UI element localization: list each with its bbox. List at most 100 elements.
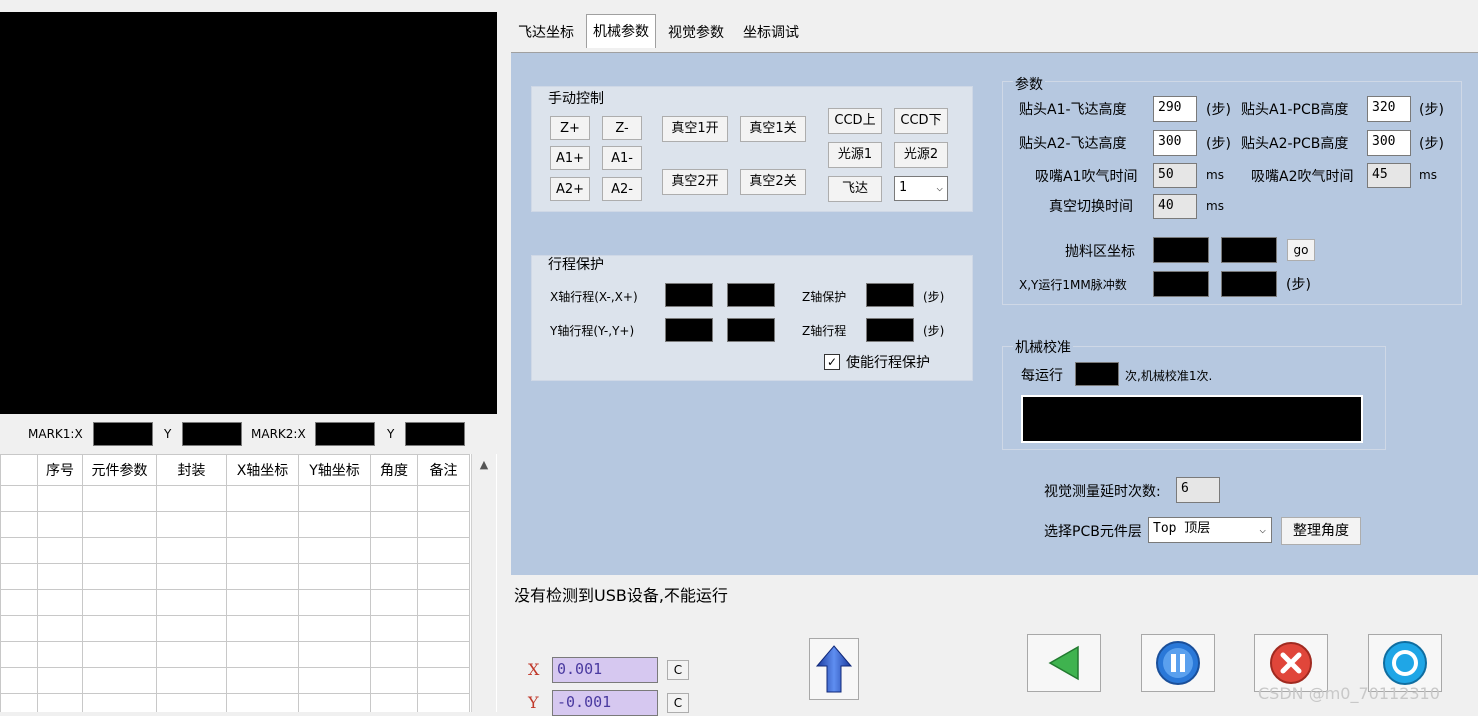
enable-travel-checkbox[interactable]: ✓: [824, 354, 840, 370]
feeder-select-value: 1: [899, 180, 907, 195]
throw-area-x-field[interactable]: [1153, 237, 1209, 263]
a2-pcb-height-input[interactable]: 300: [1367, 130, 1411, 156]
vision-delay-input[interactable]: 6: [1176, 477, 1220, 503]
table-scrollbar[interactable]: ▲: [471, 454, 496, 712]
a1-feeder-height-input[interactable]: 290: [1153, 96, 1197, 122]
table-row[interactable]: [0, 485, 470, 512]
a2-minus-button[interactable]: A2-: [602, 177, 642, 201]
mechanical-calibration-group: 机械校准 每运行 次,机械校准1次.: [1002, 337, 1386, 450]
table-row[interactable]: [0, 667, 470, 694]
a2-feeder-height-input[interactable]: 300: [1153, 130, 1197, 156]
ccd-up-button[interactable]: CCD上: [828, 108, 882, 134]
nozzle-a2-blow-input[interactable]: 45: [1367, 163, 1411, 188]
column-header[interactable]: 元件参数: [82, 454, 157, 486]
a1-feeder-height-label: 贴头A1-飞达高度: [1019, 102, 1127, 118]
mark1-x-field[interactable]: [93, 422, 153, 446]
pulse-y-field[interactable]: [1221, 271, 1277, 297]
calibration-log[interactable]: [1021, 395, 1363, 443]
chevron-down-icon: ⌵: [936, 181, 943, 194]
every-run-label: 每运行: [1021, 368, 1063, 384]
component-table[interactable]: 序号 元件参数 封装 X轴坐标 Y轴坐标 角度 备注: [0, 454, 470, 712]
sort-angle-button[interactable]: 整理角度: [1281, 517, 1361, 545]
table-row[interactable]: [0, 537, 470, 564]
nozzle-a1-blow-input[interactable]: 50: [1153, 163, 1197, 188]
x-coord-input[interactable]: 0.001: [552, 657, 658, 683]
vacuum2-off-button[interactable]: 真空2关: [740, 169, 806, 195]
back-button[interactable]: [1027, 634, 1101, 692]
manual-control-group: 手动控制 Z+ Z- A1+ A1- A2+ A2- 真空1开 真空1关 真空2…: [531, 86, 973, 212]
a1-minus-button[interactable]: A1-: [602, 146, 642, 170]
x-travel-max-field[interactable]: [727, 283, 775, 307]
table-row[interactable]: [0, 641, 470, 668]
a1-pcb-height-input[interactable]: 320: [1367, 96, 1411, 122]
travel-protection-group: 行程保护 X轴行程(X-,X+) Y轴行程(Y-,Y+) Z轴保护 (步) Z轴…: [531, 255, 973, 381]
z-plus-button[interactable]: Z+: [550, 116, 590, 140]
tab-coordinate-debug[interactable]: 坐标调试: [737, 18, 805, 48]
mark2-y-field[interactable]: [405, 422, 465, 446]
a1-pcb-height-label: 贴头A1-PCB高度: [1241, 102, 1349, 118]
column-header[interactable]: X轴坐标: [226, 454, 299, 486]
feeder-select[interactable]: 1 ⌵: [894, 176, 948, 201]
mark1-x-label: MARK1:X: [28, 427, 83, 441]
a1-pcb-height-unit: (步): [1419, 102, 1444, 118]
y-travel-min-field[interactable]: [665, 318, 713, 342]
vacuum1-off-button[interactable]: 真空1关: [740, 116, 806, 142]
vacuum-switch-input[interactable]: 40: [1153, 194, 1197, 219]
pulse-unit: (步): [1286, 277, 1311, 293]
x-travel-min-field[interactable]: [665, 283, 713, 307]
scroll-up-icon[interactable]: ▲: [472, 454, 496, 476]
nozzle-a2-blow-label: 吸嘴A2吹气时间: [1251, 169, 1354, 185]
column-header[interactable]: 备注: [417, 454, 470, 486]
calibration-count-field[interactable]: [1075, 362, 1119, 386]
z-protect-field[interactable]: [866, 283, 914, 307]
a2-feeder-height-unit: (步): [1206, 136, 1231, 152]
a1-plus-button[interactable]: A1+: [550, 146, 590, 170]
column-header[interactable]: 序号: [37, 454, 83, 486]
table-row[interactable]: [0, 693, 470, 712]
light1-button[interactable]: 光源1: [828, 142, 882, 168]
table-row[interactable]: [0, 589, 470, 616]
throw-area-label: 抛料区坐标: [1065, 244, 1135, 260]
light2-button[interactable]: 光源2: [894, 142, 948, 168]
z-travel-unit: (步): [923, 324, 945, 338]
vacuum-switch-unit: ms: [1206, 199, 1224, 213]
column-header[interactable]: 封装: [156, 454, 227, 486]
z-travel-field[interactable]: [866, 318, 914, 342]
vacuum1-on-button[interactable]: 真空1开: [662, 116, 728, 142]
throw-area-y-field[interactable]: [1221, 237, 1277, 263]
pcb-layer-value: Top 顶层: [1153, 521, 1211, 536]
column-header[interactable]: 角度: [370, 454, 418, 486]
record-icon: [1383, 641, 1427, 685]
go-button[interactable]: go: [1287, 239, 1315, 261]
y-coord-c-button[interactable]: C: [667, 693, 689, 713]
y-travel-max-field[interactable]: [727, 318, 775, 342]
vacuum-switch-label: 真空切换时间: [1049, 199, 1133, 215]
move-up-button[interactable]: [809, 638, 859, 700]
nozzle-a1-blow-unit: ms: [1206, 168, 1224, 182]
table-row[interactable]: [0, 511, 470, 538]
a2-feeder-height-label: 贴头A2-飞达高度: [1019, 136, 1127, 152]
table-row[interactable]: [0, 615, 470, 642]
x-coord-c-button[interactable]: C: [667, 660, 689, 680]
mark2-x-field[interactable]: [315, 422, 375, 446]
pause-button[interactable]: [1141, 634, 1215, 692]
enable-travel-label: 使能行程保护: [846, 355, 930, 371]
feeder-button[interactable]: 飞达: [828, 176, 882, 202]
z-protect-unit: (步): [923, 290, 945, 304]
column-header[interactable]: Y轴坐标: [298, 454, 371, 486]
tab-mechanical-params[interactable]: 机械参数: [586, 14, 656, 48]
pcb-layer-select[interactable]: Top 顶层 ⌵: [1148, 517, 1272, 543]
pulse-x-field[interactable]: [1153, 271, 1209, 297]
vacuum2-on-button[interactable]: 真空2开: [662, 169, 728, 195]
z-minus-button[interactable]: Z-: [602, 116, 642, 140]
nozzle-a1-blow-label: 吸嘴A1吹气时间: [1035, 169, 1138, 185]
table-row[interactable]: [0, 563, 470, 590]
mark1-y-field[interactable]: [182, 422, 242, 446]
a2-plus-button[interactable]: A2+: [550, 177, 590, 201]
status-message: 没有检测到USB设备,不能运行: [514, 586, 728, 605]
tab-feeder-coords[interactable]: 飞达坐标: [512, 18, 580, 48]
y-coord-input[interactable]: -0.001: [552, 690, 658, 716]
tab-vision-params[interactable]: 视觉参数: [662, 18, 730, 48]
pause-icon: [1156, 641, 1200, 685]
ccd-down-button[interactable]: CCD下: [894, 108, 948, 134]
